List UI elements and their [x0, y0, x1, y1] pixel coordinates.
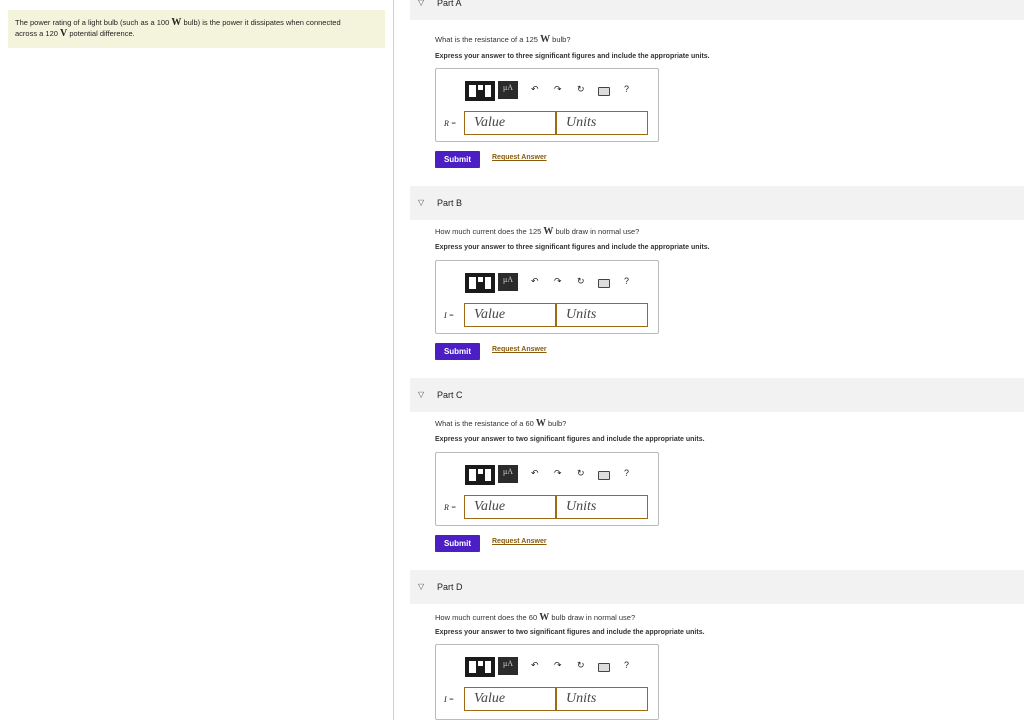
- units-button[interactable]: μA: [498, 657, 518, 675]
- instruction-text: Express your answer to two significant f…: [435, 629, 705, 636]
- problem-text: across a 120: [15, 29, 58, 38]
- problem-text: The power rating of a light bulb (such a…: [15, 18, 170, 27]
- help-icon[interactable]: ?: [624, 276, 629, 286]
- collapse-caret-icon[interactable]: ▽: [418, 390, 424, 399]
- part-d-header[interactable]: ▽ Part D: [410, 570, 1024, 604]
- part-a-header[interactable]: ▽ Part A: [410, 0, 1024, 20]
- part-title: Part B: [437, 198, 463, 208]
- part-d: ▽ Part D How much current does the 60 W …: [410, 570, 1024, 720]
- collapse-caret-icon[interactable]: ▽: [418, 0, 424, 7]
- variable-label: R =: [444, 119, 457, 128]
- part-title: Part A: [437, 0, 462, 8]
- units-input[interactable]: Units: [556, 111, 648, 135]
- help-icon[interactable]: ?: [624, 660, 629, 670]
- problem-text: potential difference.: [69, 29, 135, 38]
- instruction-text: Express your answer to three significant…: [435, 53, 710, 60]
- templates-icon[interactable]: [465, 273, 495, 293]
- problem-text: bulb) is the power it dissipates when co…: [183, 18, 341, 27]
- part-title: Part C: [437, 390, 463, 400]
- instruction-text: Express your answer to two significant f…: [435, 436, 705, 443]
- value-input[interactable]: Value: [464, 687, 556, 711]
- redo-icon[interactable]: ↷: [554, 468, 562, 479]
- keyboard-icon[interactable]: [598, 663, 610, 672]
- submit-button[interactable]: Submit: [435, 343, 480, 360]
- answer-box: μA ↶ ↷ ↻ ? R = Value Units: [435, 452, 659, 526]
- templates-icon[interactable]: [465, 657, 495, 677]
- value-input[interactable]: Value: [464, 111, 556, 135]
- submit-button[interactable]: Submit: [435, 535, 480, 552]
- collapse-caret-icon[interactable]: ▽: [418, 198, 424, 207]
- variable-label: I =: [444, 311, 455, 320]
- reset-icon[interactable]: ↻: [577, 276, 585, 287]
- part-a: ▽ Part A What is the resistance of a 125…: [410, 0, 1024, 168]
- question-text: What is the resistance of a 60 W bulb?: [435, 418, 567, 429]
- reset-icon[interactable]: ↻: [577, 84, 585, 95]
- units-button[interactable]: μA: [498, 465, 518, 483]
- help-icon[interactable]: ?: [624, 84, 629, 94]
- variable-label: R =: [444, 503, 457, 512]
- instruction-text: Express your answer to three significant…: [435, 244, 710, 251]
- keyboard-icon[interactable]: [598, 471, 610, 480]
- question-text: What is the resistance of a 125 W bulb?: [435, 34, 571, 45]
- part-title: Part D: [437, 582, 463, 592]
- undo-icon[interactable]: ↶: [531, 468, 539, 479]
- value-input[interactable]: Value: [464, 303, 556, 327]
- request-answer-link[interactable]: Request Answer: [492, 154, 547, 161]
- value-input[interactable]: Value: [464, 495, 556, 519]
- unit-watt: W: [171, 17, 182, 28]
- undo-icon[interactable]: ↶: [531, 276, 539, 287]
- keyboard-icon[interactable]: [598, 87, 610, 96]
- units-input[interactable]: Units: [556, 687, 648, 711]
- units-input[interactable]: Units: [556, 495, 648, 519]
- request-answer-link[interactable]: Request Answer: [492, 538, 547, 545]
- part-c-header[interactable]: ▽ Part C: [410, 378, 1024, 412]
- variable-label: I =: [444, 695, 455, 704]
- unit-volt: V: [60, 28, 68, 39]
- undo-icon[interactable]: ↶: [531, 660, 539, 671]
- units-input[interactable]: Units: [556, 303, 648, 327]
- collapse-caret-icon[interactable]: ▽: [418, 582, 424, 591]
- part-c: ▽ Part C What is the resistance of a 60 …: [410, 378, 1024, 552]
- question-text: How much current does the 60 W bulb draw…: [435, 612, 636, 623]
- answer-box: μA ↶ ↷ ↻ ? I = Value Units: [435, 260, 659, 334]
- panel-divider: [393, 0, 394, 720]
- units-button[interactable]: μA: [498, 81, 518, 99]
- templates-icon[interactable]: [465, 81, 495, 101]
- request-answer-link[interactable]: Request Answer: [492, 346, 547, 353]
- question-text: How much current does the 125 W bulb dra…: [435, 226, 640, 237]
- reset-icon[interactable]: ↻: [577, 660, 585, 671]
- redo-icon[interactable]: ↷: [554, 660, 562, 671]
- part-b: ▽ Part B How much current does the 125 W…: [410, 186, 1024, 360]
- reset-icon[interactable]: ↻: [577, 468, 585, 479]
- redo-icon[interactable]: ↷: [554, 276, 562, 287]
- answer-box: μA ↶ ↷ ↻ ? I = Value Units: [435, 644, 659, 720]
- units-button[interactable]: μA: [498, 273, 518, 291]
- problem-statement: The power rating of a light bulb (such a…: [8, 10, 385, 48]
- part-b-header[interactable]: ▽ Part B: [410, 186, 1024, 220]
- keyboard-icon[interactable]: [598, 279, 610, 288]
- submit-button[interactable]: Submit: [435, 151, 480, 168]
- templates-icon[interactable]: [465, 465, 495, 485]
- answer-box: μA ↶ ↷ ↻ ? R = Value Units: [435, 68, 659, 142]
- redo-icon[interactable]: ↷: [554, 84, 562, 95]
- undo-icon[interactable]: ↶: [531, 84, 539, 95]
- help-icon[interactable]: ?: [624, 468, 629, 478]
